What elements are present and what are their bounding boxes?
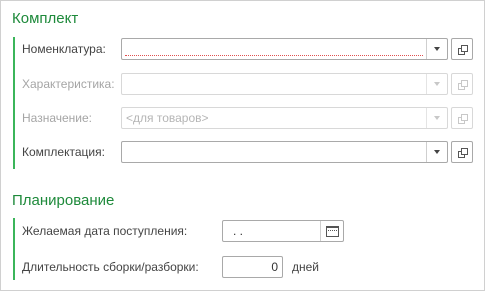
dropdown-arrow-icon: [434, 150, 440, 154]
row-nomenclature: Номенклатура:: [22, 38, 473, 60]
required-field-underline: [125, 55, 423, 56]
section-title-kit: Комплект: [12, 10, 79, 27]
receipt-date-value: . .: [233, 224, 244, 238]
nomenclature-label: Номенклатура:: [22, 42, 106, 56]
receipt-date-label: Желаемая дата поступления:: [22, 224, 188, 238]
kit-dropdown-button[interactable]: [426, 142, 447, 162]
kit-open-button[interactable]: [451, 141, 473, 163]
characteristic-open-button: [451, 73, 473, 95]
purpose-field: <для товаров>: [121, 107, 448, 129]
row-characteristic: Характеристика:: [22, 73, 473, 95]
row-receipt-date: Желаемая дата поступления: . .: [22, 220, 352, 242]
characteristic-label: Характеристика:: [22, 77, 115, 91]
open-form-icon: [457, 44, 468, 55]
open-form-icon: [457, 113, 468, 124]
nomenclature-field[interactable]: [121, 38, 448, 60]
dropdown-arrow-icon: [434, 116, 440, 120]
duration-unit: дней: [292, 260, 320, 274]
characteristic-dropdown-button: [426, 74, 447, 94]
kit-field[interactable]: [121, 141, 448, 163]
group-bar-kit: [13, 37, 15, 169]
purpose-dropdown-button: [426, 108, 447, 128]
receipt-date-field[interactable]: . .: [222, 220, 344, 242]
open-form-icon: [457, 147, 468, 158]
purpose-label: Назначение:: [22, 111, 93, 125]
duration-label: Длительность сборки/разборки:: [22, 260, 199, 274]
row-purpose: Назначение: <для товаров>: [22, 107, 473, 129]
kit-label: Комплектация:: [22, 145, 105, 159]
nomenclature-dropdown-button[interactable]: [426, 39, 447, 59]
open-form-icon: [457, 79, 468, 90]
group-bar-planning: [13, 218, 15, 280]
section-title-planning: Планирование: [12, 192, 115, 209]
row-kit: Комплектация:: [22, 141, 473, 163]
nomenclature-open-button[interactable]: [451, 38, 473, 60]
calendar-button[interactable]: [320, 221, 343, 241]
row-duration: Длительность сборки/разборки: 0 дней: [22, 256, 342, 278]
calendar-icon: [325, 225, 339, 237]
purpose-open-button: [451, 107, 473, 129]
dropdown-arrow-icon: [434, 82, 440, 86]
dropdown-arrow-icon: [434, 47, 440, 51]
characteristic-field: [121, 73, 448, 95]
purpose-value: <для товаров>: [126, 111, 209, 125]
duration-input[interactable]: 0: [222, 256, 283, 278]
duration-value: 0: [271, 260, 278, 274]
